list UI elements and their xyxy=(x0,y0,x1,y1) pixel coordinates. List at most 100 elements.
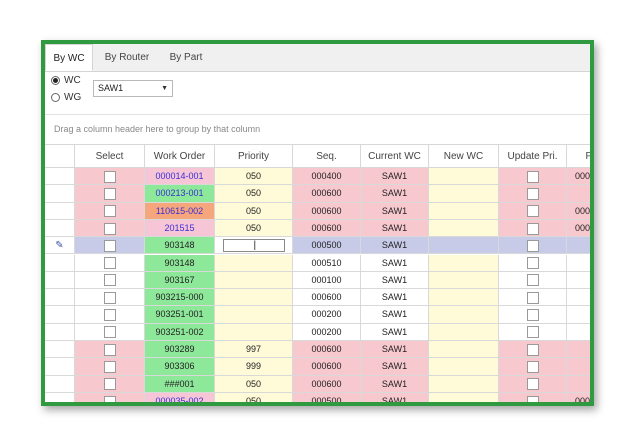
select-checkbox[interactable] xyxy=(103,291,116,304)
work-order-cell[interactable]: 903167 xyxy=(145,271,215,290)
update-pri-checkbox[interactable] xyxy=(526,257,539,270)
update-pri-checkbox[interactable] xyxy=(526,274,539,287)
update-pri-checkbox[interactable] xyxy=(526,222,539,235)
work-order-cell[interactable]: 903306 xyxy=(145,358,215,376)
new-wc-cell[interactable] xyxy=(429,254,499,272)
work-order-cell[interactable]: 110615-002 xyxy=(145,202,215,220)
table-row[interactable]: 903251-001 000200 SAW1 xyxy=(45,306,590,324)
select-checkbox[interactable] xyxy=(103,309,116,322)
new-wc-cell[interactable] xyxy=(429,341,499,359)
table-row[interactable]: 201515 050 000600 SAW1 0000 xyxy=(45,219,590,238)
select-checkbox[interactable] xyxy=(103,395,116,402)
new-wc-cell[interactable] xyxy=(429,168,499,186)
update-pri-checkbox[interactable] xyxy=(526,343,539,356)
tab-by-router[interactable]: By Router xyxy=(95,44,159,71)
priority-cell[interactable]: 050 xyxy=(215,219,293,238)
new-wc-cell[interactable] xyxy=(429,185,499,203)
priority-cell[interactable]: 050 xyxy=(215,375,293,393)
select-checkbox[interactable] xyxy=(103,222,116,235)
work-order-cell[interactable]: 000213-001 xyxy=(145,185,215,203)
new-wc-cell[interactable] xyxy=(429,289,499,307)
tab-by-part[interactable]: By Part xyxy=(161,44,211,71)
select-checkbox[interactable] xyxy=(103,239,116,252)
priority-cell[interactable]: 997 xyxy=(215,341,293,359)
new-wc-cell[interactable] xyxy=(429,271,499,290)
work-order-cell[interactable]: 903251-001 xyxy=(145,306,215,324)
update-pri-checkbox[interactable] xyxy=(526,378,539,391)
column-header-work-order[interactable]: Work Order xyxy=(145,144,215,168)
work-order-cell[interactable]: 201515 xyxy=(145,219,215,238)
priority-cell[interactable] xyxy=(215,254,293,272)
priority-cell[interactable]: 999 xyxy=(215,358,293,376)
column-header-priority[interactable]: Priority xyxy=(215,144,293,168)
table-row[interactable]: ✎ 903148 | 000500 SAW1 xyxy=(45,237,590,255)
update-pri-checkbox[interactable] xyxy=(526,187,539,200)
priority-cell[interactable]: | xyxy=(215,237,293,255)
new-wc-cell[interactable] xyxy=(429,237,499,255)
column-header-seq[interactable]: Seq. xyxy=(293,144,361,168)
table-row[interactable]: 000213-001 050 000600 SAW1 xyxy=(45,185,590,203)
table-row[interactable]: 000035-002 050 000500 SAW1 0000 xyxy=(45,392,590,402)
select-checkbox[interactable] xyxy=(103,187,116,200)
table-row[interactable]: 903306 999 000600 SAW1 xyxy=(45,358,590,376)
work-order-cell[interactable]: 903215-000 xyxy=(145,289,215,307)
column-header-current-wc[interactable]: Current WC xyxy=(361,144,429,168)
priority-cell[interactable] xyxy=(215,289,293,307)
table-row[interactable]: 903148 000510 SAW1 xyxy=(45,254,590,272)
column-header-select[interactable]: Select xyxy=(75,144,145,168)
work-order-cell[interactable]: 903251-002 xyxy=(145,323,215,341)
update-pri-checkbox[interactable] xyxy=(526,239,539,252)
priority-cell[interactable]: 050 xyxy=(215,185,293,203)
chevron-down-icon[interactable]: ▼ xyxy=(161,81,168,96)
select-checkbox[interactable] xyxy=(103,170,116,183)
radio-wc[interactable]: WC xyxy=(51,75,81,86)
priority-edit-input[interactable]: | xyxy=(222,239,285,253)
column-header-new-wc[interactable]: New WC xyxy=(429,144,499,168)
update-pri-checkbox[interactable] xyxy=(526,395,539,402)
select-checkbox[interactable] xyxy=(103,378,116,391)
update-pri-checkbox[interactable] xyxy=(526,360,539,373)
select-checkbox[interactable] xyxy=(103,326,116,339)
priority-cell[interactable]: 050 xyxy=(215,392,293,402)
update-pri-checkbox[interactable] xyxy=(526,309,539,322)
priority-cell[interactable] xyxy=(215,271,293,290)
select-checkbox[interactable] xyxy=(103,205,116,218)
tab-by-wc[interactable]: By WC xyxy=(45,44,93,71)
table-row[interactable]: 903215-000 000600 SAW1 xyxy=(45,289,590,307)
new-wc-cell[interactable] xyxy=(429,202,499,220)
work-order-cell[interactable]: ###001 xyxy=(145,375,215,393)
column-header-update-pri[interactable]: Update Pri. xyxy=(499,144,567,168)
new-wc-cell[interactable] xyxy=(429,392,499,402)
priority-cell[interactable]: 050 xyxy=(215,202,293,220)
column-header-flex[interactable]: Flex xyxy=(567,144,590,168)
new-wc-cell[interactable] xyxy=(429,219,499,238)
select-checkbox[interactable] xyxy=(103,360,116,373)
table-row[interactable]: 000014-001 050 000400 SAW1 0000 xyxy=(45,168,590,186)
update-pri-checkbox[interactable] xyxy=(526,291,539,304)
update-pri-checkbox[interactable] xyxy=(526,170,539,183)
table-row[interactable]: 903289 997 000600 SAW1 xyxy=(45,341,590,359)
priority-cell[interactable]: 050 xyxy=(215,168,293,186)
table-row[interactable]: 903167 000100 SAW1 xyxy=(45,271,590,290)
radio-wg[interactable]: WG xyxy=(51,92,81,103)
select-checkbox[interactable] xyxy=(103,274,116,287)
work-order-cell[interactable]: 000014-001 xyxy=(145,168,215,186)
work-center-combo[interactable]: SAW1 ▼ xyxy=(93,80,173,97)
update-pri-checkbox[interactable] xyxy=(526,326,539,339)
work-order-cell[interactable]: 903148 xyxy=(145,237,215,255)
work-order-cell[interactable]: 000035-002 xyxy=(145,392,215,402)
select-checkbox[interactable] xyxy=(103,257,116,270)
new-wc-cell[interactable] xyxy=(429,323,499,341)
table-row[interactable]: 110615-002 050 000600 SAW1 0000 xyxy=(45,202,590,220)
select-checkbox[interactable] xyxy=(103,343,116,356)
update-pri-checkbox[interactable] xyxy=(526,205,539,218)
table-row[interactable]: 903251-002 000200 SAW1 xyxy=(45,323,590,341)
group-by-panel[interactable]: Drag a column header here to group by th… xyxy=(54,124,260,134)
work-order-cell[interactable]: 903289 xyxy=(145,341,215,359)
priority-cell[interactable] xyxy=(215,323,293,341)
new-wc-cell[interactable] xyxy=(429,375,499,393)
work-order-cell[interactable]: 903148 xyxy=(145,254,215,272)
new-wc-cell[interactable] xyxy=(429,306,499,324)
table-row[interactable]: ###001 050 000600 SAW1 xyxy=(45,375,590,393)
new-wc-cell[interactable] xyxy=(429,358,499,376)
